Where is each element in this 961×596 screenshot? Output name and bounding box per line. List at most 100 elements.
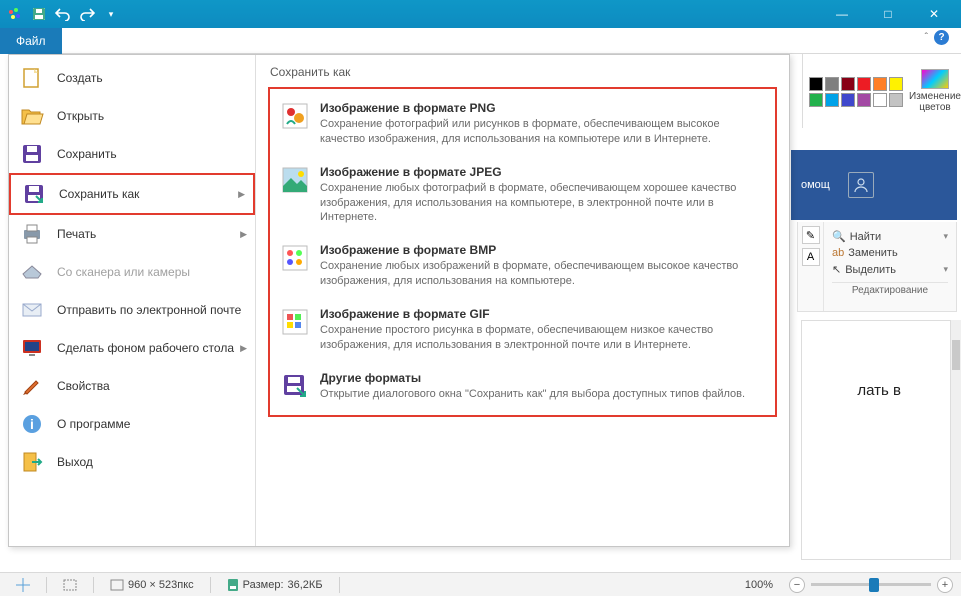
- backstage-item-label: Отправить по электронной почте: [57, 303, 241, 317]
- bmp-format-icon: [280, 243, 310, 273]
- word-window-header: омощ: [791, 150, 957, 220]
- replace-command[interactable]: abЗаменить: [832, 245, 948, 261]
- word-tool-icon-2[interactable]: A: [802, 248, 820, 266]
- help-icon[interactable]: ?: [934, 30, 949, 45]
- redo-icon[interactable]: [76, 3, 98, 25]
- file-tab[interactable]: Файл: [0, 28, 62, 54]
- backstage-command-list: СоздатьОткрытьСохранитьСохранить как▶Печ…: [9, 55, 256, 546]
- color-swatch[interactable]: [873, 77, 887, 91]
- color-swatch[interactable]: [857, 93, 871, 107]
- quick-access-toolbar: ▾: [4, 3, 122, 25]
- save-option-other[interactable]: Другие форматыОткрытие диалогового окна …: [270, 363, 775, 412]
- edit-colors-button[interactable]: Изменение цветов: [903, 65, 961, 117]
- color-swatch[interactable]: [809, 77, 823, 91]
- backstage-item-mail[interactable]: Отправить по электронной почте: [9, 291, 255, 329]
- save-option-jpeg[interactable]: Изображение в формате JPEGСохранение люб…: [270, 157, 775, 236]
- backstage-item-label: Сохранить: [57, 147, 117, 161]
- word-tab-label[interactable]: омощ: [801, 179, 830, 191]
- color-swatch[interactable]: [809, 93, 823, 107]
- scrollbar-thumb[interactable]: [952, 340, 960, 370]
- zoom-out-button[interactable]: −: [789, 577, 805, 593]
- cursor-position-tool[interactable]: [8, 578, 38, 592]
- backstage-item-props[interactable]: Свойства: [9, 367, 255, 405]
- backstage-item-label: Выход: [57, 455, 93, 469]
- submenu-arrow-icon: ▶: [240, 229, 247, 240]
- color-swatch[interactable]: [841, 93, 855, 107]
- color-swatch[interactable]: [857, 77, 871, 91]
- qat-customize-icon[interactable]: ▾: [100, 3, 122, 25]
- word-scrollbar[interactable]: [951, 320, 961, 560]
- props-icon: [19, 373, 45, 399]
- jpeg-format-icon: [280, 165, 310, 195]
- backstage-item-label: Печать: [57, 227, 96, 241]
- save-option-title: Изображение в формате PNG: [320, 101, 765, 115]
- backstage-item-about[interactable]: i О программе: [9, 405, 255, 443]
- backstage-item-new[interactable]: Создать: [9, 59, 255, 97]
- color-swatch[interactable]: [873, 93, 887, 107]
- saveas-icon: [21, 181, 47, 207]
- edit-colors-label: Изменение цветов: [909, 91, 961, 113]
- backstage-submenu: Сохранить как Изображение в формате PNG С…: [256, 55, 789, 546]
- backstage-item-exit[interactable]: Выход: [9, 443, 255, 481]
- color-swatch[interactable]: [889, 77, 903, 91]
- editing-group-label: Редактирование: [832, 282, 948, 296]
- submenu-title: Сохранить как: [268, 63, 777, 87]
- save-option-description: Сохранение любых изображений в формате, …: [320, 259, 765, 289]
- backstage-item-print[interactable]: Печать ▶: [9, 215, 255, 253]
- backstage-item-label: Сохранить как: [59, 187, 139, 201]
- color-palette[interactable]: [803, 75, 903, 107]
- find-command[interactable]: 🔍Найти▾: [832, 228, 948, 245]
- save-option-title: Изображение в формате BMP: [320, 243, 765, 257]
- save-option-gif[interactable]: Изображение в формате GIF Сохранение прос…: [270, 299, 775, 363]
- save-option-title: Изображение в формате GIF: [320, 307, 765, 321]
- save-option-description: Сохранение любых фотографий в формате, о…: [320, 181, 765, 226]
- save-option-description: Сохранение простого рисунка в формате, о…: [320, 323, 765, 353]
- select-command[interactable]: ↖Выделить▾: [832, 261, 948, 278]
- minimize-button[interactable]: —: [819, 0, 865, 28]
- backstage-item-label: Со сканера или камеры: [57, 265, 190, 279]
- ribbon-collapse-help: ˆ ?: [917, 30, 957, 45]
- exit-icon: [19, 449, 45, 475]
- word-document-area: [801, 320, 951, 560]
- file-size-display: Размер: 36,2КБ: [219, 578, 331, 592]
- zoom-level: 100%: [737, 579, 781, 591]
- close-button[interactable]: ✕: [911, 0, 957, 28]
- color-swatch[interactable]: [825, 77, 839, 91]
- status-bar: 960 × 523пкс Размер: 36,2КБ 100% − +: [0, 572, 961, 596]
- document-partial-text: лать в: [857, 382, 901, 399]
- backstage-item-label: Свойства: [57, 379, 110, 393]
- mail-icon: [19, 297, 45, 323]
- zoom-slider[interactable]: [811, 583, 931, 586]
- save-icon[interactable]: [28, 3, 50, 25]
- about-icon: i: [19, 411, 45, 437]
- word-tool-icon-1[interactable]: ✎: [802, 226, 820, 244]
- backstage-item-saveas[interactable]: Сохранить как▶: [9, 173, 255, 215]
- save-option-png[interactable]: Изображение в формате PNG Сохранение фото…: [270, 93, 775, 157]
- window-controls: — □ ✕: [819, 0, 957, 28]
- user-avatar-icon[interactable]: [848, 172, 874, 198]
- save-option-bmp[interactable]: Изображение в формате BMP Сохранение любы…: [270, 235, 775, 299]
- zoom-in-button[interactable]: +: [937, 577, 953, 593]
- backstage-item-open[interactable]: Открыть: [9, 97, 255, 135]
- color-swatch[interactable]: [841, 77, 855, 91]
- backstage-item-label: Сделать фоном рабочего стола: [57, 341, 234, 355]
- color-swatch[interactable]: [825, 93, 839, 107]
- save-option-description: Сохранение фотографий или рисунков в фор…: [320, 117, 765, 147]
- undo-icon[interactable]: [52, 3, 74, 25]
- word-editing-group: ✎ A 🔍Найти▾ abЗаменить ↖Выделить▾ Редакт…: [797, 222, 957, 312]
- selection-tool[interactable]: [55, 579, 85, 591]
- collapse-ribbon-icon[interactable]: ˆ: [925, 32, 928, 43]
- backstage-item-label: О программе: [57, 417, 130, 431]
- zoom-slider-thumb[interactable]: [869, 578, 879, 592]
- paint-icon[interactable]: [4, 3, 26, 25]
- save-icon: [19, 141, 45, 167]
- backstage-item-scanner: Со сканера или камеры: [9, 253, 255, 291]
- save-as-options: Изображение в формате PNG Сохранение фото…: [268, 87, 777, 417]
- png-format-icon: [280, 101, 310, 131]
- backstage-item-save[interactable]: Сохранить: [9, 135, 255, 173]
- new-icon: [19, 65, 45, 91]
- gif-format-icon: [280, 307, 310, 337]
- backstage-item-desktop[interactable]: Сделать фоном рабочего стола▶: [9, 329, 255, 367]
- maximize-button[interactable]: □: [865, 0, 911, 28]
- color-swatch[interactable]: [889, 93, 903, 107]
